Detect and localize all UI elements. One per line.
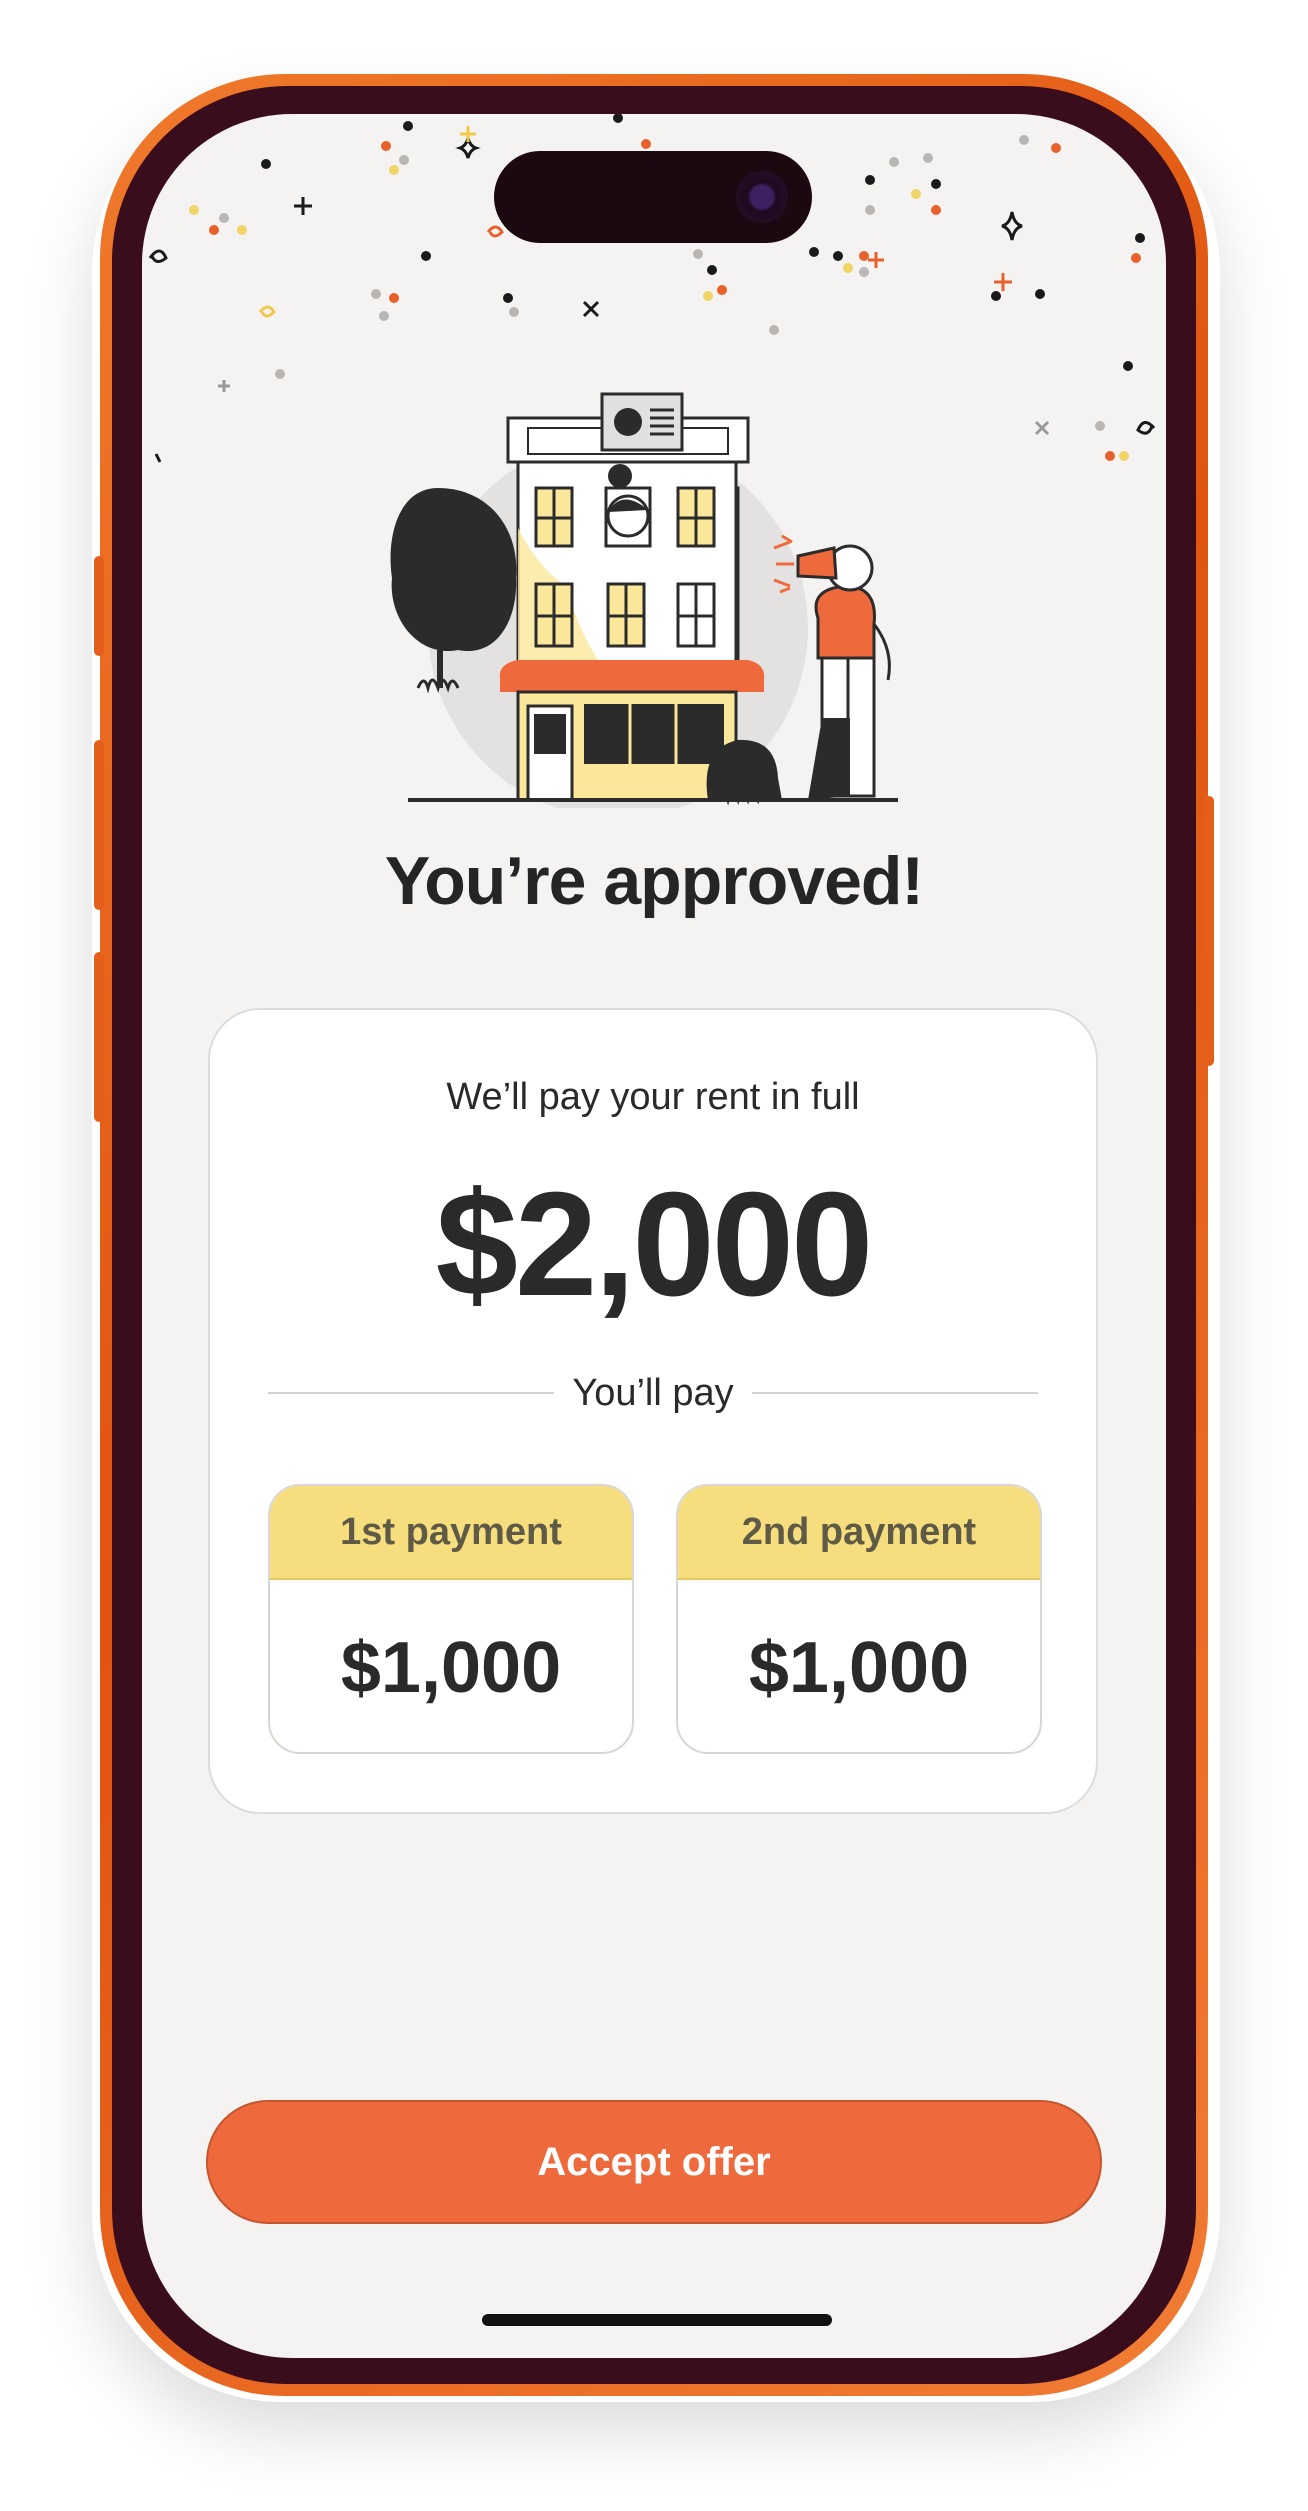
offer-subtitle: We’ll pay your rent in full xyxy=(446,1076,860,1118)
apartment-building-celebration-illustration xyxy=(390,392,898,808)
camera-lens xyxy=(736,171,788,223)
payment-box-first: 1st payment $1,000 xyxy=(268,1484,634,1754)
accept-offer-button[interactable]: Accept offer xyxy=(206,2100,1102,2224)
payment-amount: $1,000 xyxy=(340,1628,562,1708)
payment-divider: You’ll pay xyxy=(268,1370,1038,1416)
volume-down-button xyxy=(94,952,104,1122)
offer-card: We’ll pay your rent in full $2,000 You’l… xyxy=(208,1008,1098,1814)
divider-label: You’ll pay xyxy=(572,1371,734,1414)
divider-line-right xyxy=(751,1392,1038,1394)
home-indicator[interactable] xyxy=(482,2314,832,2326)
divider-line-left xyxy=(268,1392,555,1394)
page-title: You’re approved! xyxy=(384,843,924,919)
payment-label: 1st payment xyxy=(270,1486,632,1580)
payment-box-second: 2nd payment $1,000 xyxy=(676,1484,1042,1754)
volume-up-button xyxy=(94,740,104,910)
payment-amount: $1,000 xyxy=(748,1628,970,1708)
action-button xyxy=(94,556,104,656)
payment-label: 2nd payment xyxy=(678,1486,1040,1580)
offer-amount: $2,000 xyxy=(435,1162,874,1327)
power-button xyxy=(1204,796,1214,1066)
dynamic-island xyxy=(494,151,812,243)
